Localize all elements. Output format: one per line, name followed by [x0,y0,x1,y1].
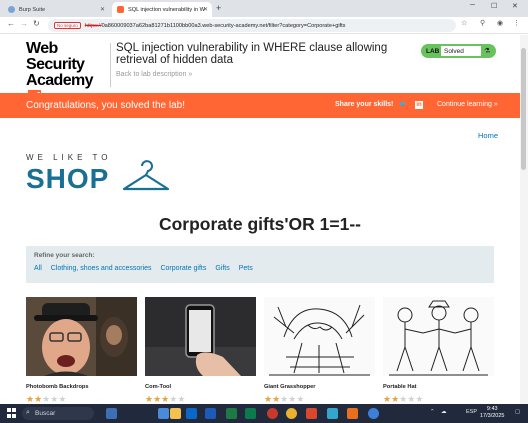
product-card[interactable]: Com-Tool ★★★★★ [145,297,256,405]
opera-icon[interactable] [267,408,278,419]
tab-label: Burp Suite [19,6,46,13]
tray-chevron-icon[interactable]: ⌃ [430,409,435,415]
burp-favicon-icon [8,6,15,13]
category-link-corporate-gifts[interactable]: Corporate gifts [160,265,206,272]
not-secure-badge[interactable]: No seguro [54,22,81,29]
lab-status-tag: LAB [426,47,440,55]
logo-line2: Academy [26,72,94,89]
lab-status-widget: LAB Solved ⚗ [421,44,496,58]
category-link-gifts[interactable]: Gifts [215,265,229,272]
profile-icon[interactable]: ◉ [497,19,503,27]
home-link[interactable]: Home [478,131,498,140]
twitter-icon[interactable]: 🐦 [399,101,407,109]
congratulations-message: Congratulations, you solved the lab! [26,100,185,111]
app-icon-2[interactable] [306,408,317,419]
maximize-icon[interactable]: ☐ [491,2,497,10]
address-bar[interactable]: No seguro https:// 0a860009037a62ba81271… [48,19,456,32]
browser-icon[interactable] [368,408,379,419]
product-card[interactable]: Giant Grasshopper ★★★★★ [264,297,375,405]
windows-start-icon[interactable] [7,408,17,418]
product-image[interactable] [264,297,375,376]
url-text: 0a860009037a62ba81271b1100bb00a3.web-sec… [101,22,346,29]
lab-title: SQL injection vulnerability in WHERE cla… [116,42,388,66]
product-name: Photobomb Backdrops [26,384,89,390]
language-indicator[interactable]: ESP [466,409,477,415]
product-image[interactable] [145,297,256,376]
linkedin-icon[interactable]: in [415,101,423,109]
share-skills-label: Share your skills! [335,101,394,108]
page-title: Corporate gifts'OR 1=1-- [158,214,362,234]
menu-dots-icon[interactable]: ⋮ [513,19,520,27]
tab-label: SQL injection vulnerability in W [128,6,205,13]
vlc-icon[interactable] [347,408,358,419]
filter-label: Refine your search: [34,252,95,259]
product-image[interactable] [26,297,137,376]
word-icon[interactable] [205,408,216,419]
excel-icon[interactable] [226,408,237,419]
tab-sql-injection[interactable]: SQL injection vulnerability in W ✕ [112,2,212,17]
product-card[interactable]: Photobomb Backdrops ★★★★★ [26,297,137,405]
taskbar-clock[interactable]: 9:43 17/3/2025 [480,406,504,420]
windows-taskbar: ⌕ Buscar ⌃ ☁ ESP 9:43 17/3/2025 ▢ [0,404,528,423]
category-link-clothing[interactable]: Clothing, shoes and accessories [51,265,152,272]
app-icon-3[interactable] [327,408,338,419]
product-image[interactable] [383,297,494,376]
extensions-icon[interactable]: ⚲ [480,19,485,27]
logo-line1: Web Security [26,40,85,73]
tab-burp-suite[interactable]: Burp Suite ✕ [3,2,109,17]
window-close-icon[interactable]: ✕ [512,2,518,10]
category-link-pets[interactable]: Pets [239,265,253,272]
filter-panel: Refine your search: All Clothing, shoes … [26,246,494,283]
product-card[interactable]: Portable Hat ★★★★★ [383,297,494,405]
divider [110,43,111,87]
shop-tagline: WE LIKE TO [26,153,112,162]
continue-learning-link[interactable]: Continue learning » [437,101,498,108]
file-explorer-icon[interactable] [170,408,181,419]
scrollbar-thumb[interactable] [521,48,526,170]
chrome-icon[interactable] [286,408,297,419]
product-name: Portable Hat [383,384,417,390]
category-links: All Clothing, shoes and accessories Corp… [34,265,260,272]
url-scheme: https:// [84,22,102,29]
back-to-lab-description-link[interactable]: Back to lab description » [116,71,192,78]
shop-word: SHOP [26,163,110,194]
solved-banner: Congratulations, you solved the lab! Sha… [0,93,520,118]
product-name: Giant Grasshopper [264,384,316,390]
flask-icon: ⚗ [484,48,491,55]
back-arrow-icon[interactable]: ← [7,19,15,28]
store-icon[interactable] [186,408,197,419]
minimize-icon[interactable]: ─ [470,2,475,9]
search-label: Buscar [35,410,56,417]
reload-icon[interactable]: ↻ [33,19,40,28]
forward-arrow-icon[interactable]: → [20,19,28,28]
onedrive-icon[interactable]: ☁ [441,409,447,415]
clock-time: 9:43 [486,406,498,412]
clock-date: 17/3/2025 [480,413,505,419]
notifications-icon[interactable]: ▢ [515,409,520,415]
new-tab-icon[interactable]: + [216,3,221,13]
academy-favicon-icon [117,6,124,13]
search-icon: ⌕ [26,409,30,416]
browser-nav-bar: ← → ↻ No seguro https:// 0a860009037a62b… [0,17,528,34]
browser-tab-bar: Burp Suite ✕ SQL injection vulnerability… [0,0,528,17]
close-icon[interactable]: ✕ [100,6,105,13]
taskbar-search[interactable]: ⌕ Buscar [22,407,94,420]
close-icon[interactable]: ✕ [203,6,208,13]
product-name: Com-Tool [145,384,172,390]
category-link-all[interactable]: All [34,265,42,272]
task-view-icon[interactable] [158,408,169,419]
app-icon[interactable] [245,408,256,419]
hanger-icon [122,160,170,191]
bookmark-star-icon[interactable]: ☆ [461,19,467,27]
lab-status-value: Solved [441,46,481,56]
shop-logo: WE LIKE TO SHOP [26,153,112,195]
weather-icon[interactable] [106,408,117,419]
lab-header: Web Security Academy SQL injection vulne… [0,35,520,103]
